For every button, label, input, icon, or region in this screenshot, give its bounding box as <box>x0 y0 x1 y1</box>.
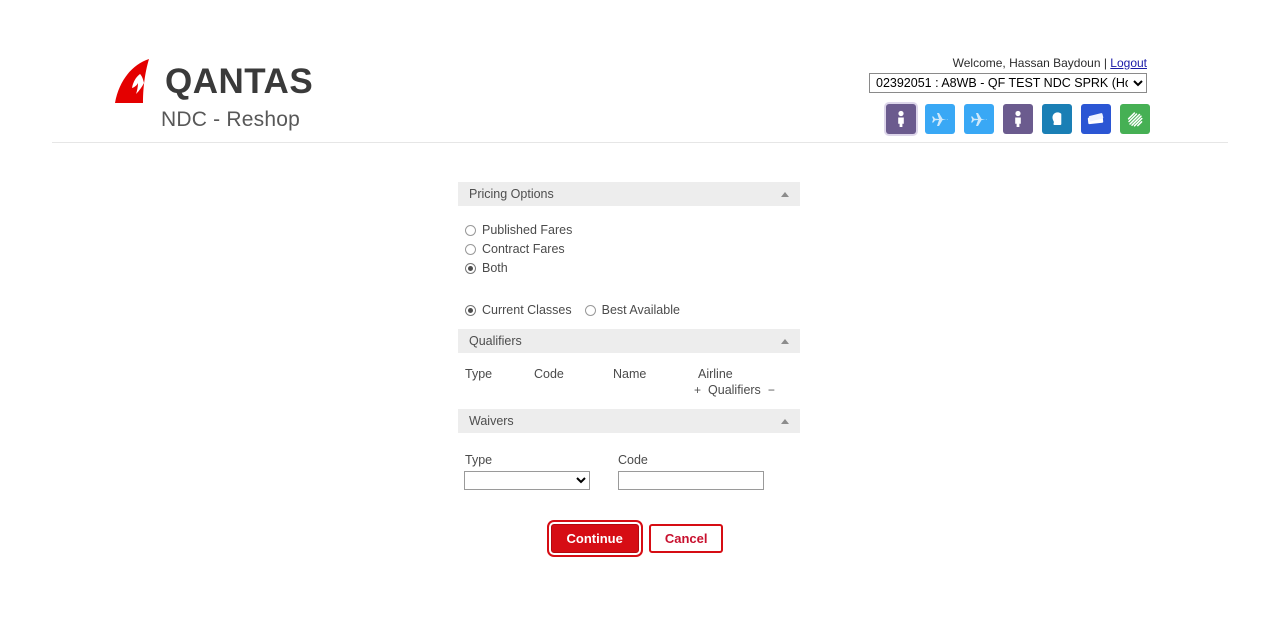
reshop-form: Pricing Options Published Fares Contract… <box>458 182 800 553</box>
page-root: QANTAS NDC - Reshop Welcome, Hassan Bayd… <box>0 0 1280 640</box>
radio-published-fares[interactable]: Published Fares <box>465 222 800 238</box>
waivers-code-input[interactable] <box>618 471 764 490</box>
pricing-options-header[interactable]: Pricing Options <box>458 182 800 206</box>
qualifiers-row-controls: + Qualifiers − <box>458 381 800 397</box>
column-header-code: Code <box>534 367 564 381</box>
radio-label: Contract Fares <box>482 242 565 256</box>
radio-indicator <box>465 224 476 236</box>
waivers-fields <box>458 471 800 490</box>
welcome-text: Welcome, Hassan Baydoun | Logout <box>869 56 1147 70</box>
header-divider <box>52 142 1228 143</box>
radio-label-current-classes: Current Classes <box>482 303 572 317</box>
waivers-title: Waivers <box>469 414 514 428</box>
radio-both[interactable]: Both <box>465 260 800 276</box>
fare-type-radio-group: Published Fares Contract Fares Both <box>458 206 800 276</box>
logout-link[interactable]: Logout <box>1110 56 1147 70</box>
welcome-label: Welcome, Hassan Baydoun | <box>952 56 1107 70</box>
flight-arrive-icon[interactable] <box>964 104 994 134</box>
caret-up-icon[interactable] <box>781 418 789 424</box>
qualifiers-title: Qualifiers <box>469 334 522 348</box>
radio-contract-fares[interactable]: Contract Fares <box>465 241 800 257</box>
waivers-type-label: Type <box>465 453 493 467</box>
radio-indicator[interactable] <box>584 304 596 316</box>
qualifiers-header[interactable]: Qualifiers <box>458 329 800 353</box>
radio-indicator-selected <box>465 262 476 274</box>
flight-depart-icon[interactable] <box>925 104 955 134</box>
brand-logo: QANTAS NDC - Reshop <box>113 58 413 132</box>
waivers-header[interactable]: Waivers <box>458 409 800 433</box>
radio-indicator <box>465 243 476 255</box>
minus-icon[interactable]: − <box>768 383 775 397</box>
passenger-icon[interactable] <box>886 104 916 134</box>
caret-up-icon[interactable] <box>781 191 789 197</box>
account-area: Welcome, Hassan Baydoun | Logout 0239205… <box>869 56 1147 93</box>
plus-icon[interactable]: + <box>694 383 701 397</box>
column-header-type: Type <box>465 367 493 381</box>
icon-toolbar <box>886 104 1150 134</box>
profile-head-icon[interactable] <box>1042 104 1072 134</box>
waivers-code-label: Code <box>618 453 648 467</box>
office-select[interactable]: 02392051 : A8WB - QF TEST NDC SPRK (Home… <box>869 73 1147 93</box>
class-type-radio-group: Current Classes Best Available <box>458 279 800 329</box>
traveller-icon[interactable] <box>1003 104 1033 134</box>
radio-label: Published Fares <box>482 223 573 237</box>
qualifiers-control-label: Qualifiers <box>708 383 761 397</box>
cancel-button[interactable]: Cancel <box>648 524 724 553</box>
radio-indicator-selected[interactable] <box>465 304 476 316</box>
continue-button[interactable]: Continue <box>550 524 639 553</box>
radio-label-best-available: Best Available <box>601 303 680 317</box>
caret-up-icon[interactable] <box>781 338 789 344</box>
waivers-type-select[interactable] <box>464 471 590 490</box>
qantas-kangaroo-icon <box>113 58 169 104</box>
site-header: QANTAS NDC - Reshop Welcome, Hassan Bayd… <box>0 0 1280 143</box>
tickets-icon[interactable] <box>1081 104 1111 134</box>
qualifiers-column-headers: Type Code Name Airline <box>458 353 800 381</box>
brand-wordmark: QANTAS <box>165 61 314 101</box>
brand-subtitle: NDC - Reshop <box>161 108 300 131</box>
column-header-name: Name <box>613 367 647 381</box>
column-header-airline: Airline <box>698 367 733 381</box>
pricing-options-title: Pricing Options <box>469 187 554 201</box>
brand-row: QANTAS <box>113 58 413 104</box>
waivers-field-labels: Type Code <box>458 433 800 471</box>
form-actions: Continue Cancel <box>458 490 800 553</box>
radio-label: Both <box>482 261 508 275</box>
fare-rules-icon[interactable] <box>1120 104 1150 134</box>
